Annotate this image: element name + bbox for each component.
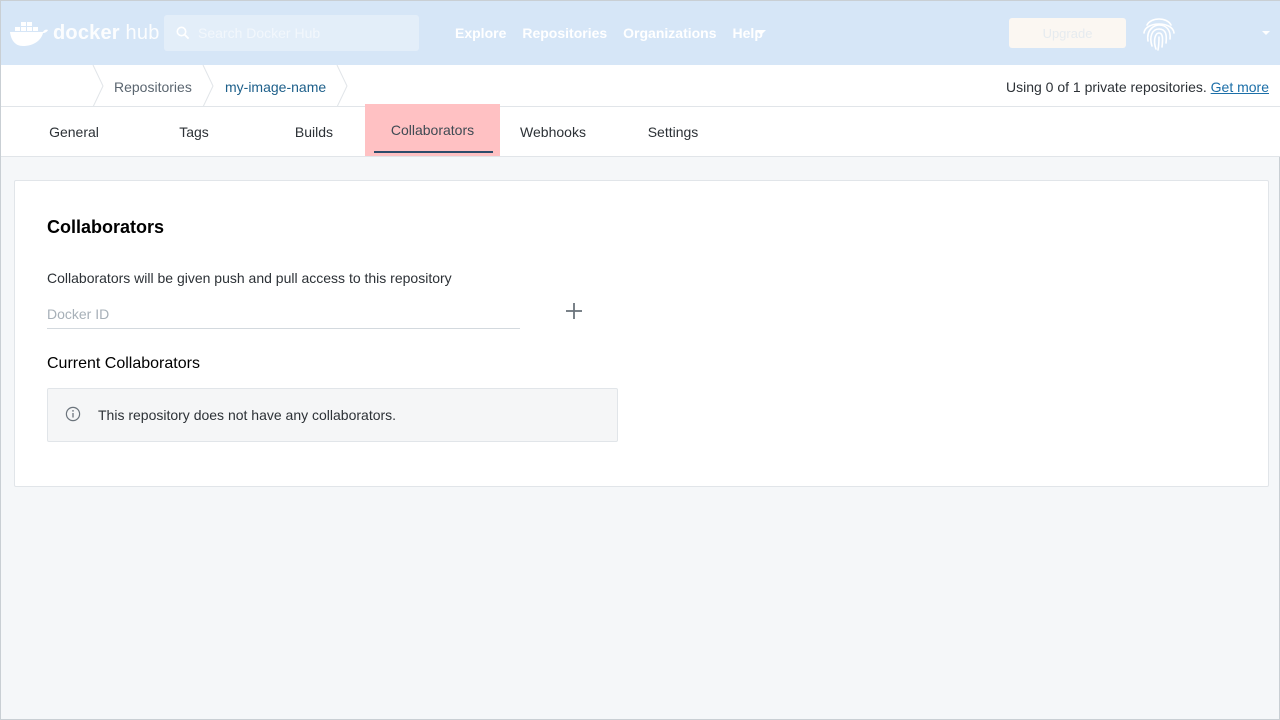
breadcrumb: Repositories my-image-name Using 0 of 1 …: [1, 65, 1280, 107]
top-nav: docker hub Explore Repositories Organiza…: [1, 1, 1280, 65]
usage-text: Using 0 of 1 private repositories.: [1005, 79, 1207, 95]
tab-tags[interactable]: Tags: [134, 107, 254, 157]
help-dropdown-icon[interactable]: [756, 30, 766, 35]
get-more-link[interactable]: Get more: [1211, 79, 1269, 95]
search-input[interactable]: [198, 15, 408, 51]
nav-organizations[interactable]: Organizations: [623, 23, 716, 43]
breadcrumb-separator-icon: [202, 65, 214, 107]
collaborators-title: Collaborators: [47, 217, 165, 237]
tab-webhooks[interactable]: Webhooks: [493, 107, 613, 157]
current-collaborators-title: Current Collaborators: [47, 355, 200, 372]
tab-settings[interactable]: Settings: [613, 107, 733, 157]
logo-text: docker hub: [53, 21, 160, 44]
breadcrumb-repo-name[interactable]: my-image-name: [225, 78, 326, 96]
tab-general[interactable]: General: [14, 107, 134, 157]
nav-explore[interactable]: Explore: [455, 23, 506, 43]
fingerprint-avatar-icon[interactable]: [1137, 11, 1181, 55]
tab-collaborators[interactable]: Collaborators: [365, 104, 500, 156]
breadcrumb-separator-icon: [336, 65, 348, 107]
repo-tabs: General Tags Builds Collaborators Webhoo…: [1, 104, 1280, 157]
add-collaborator-plus-icon[interactable]: [563, 300, 585, 322]
tab-builds[interactable]: Builds: [254, 107, 374, 157]
user-menu-dropdown-icon[interactable]: [1262, 31, 1270, 35]
empty-collaborators-message: This repository does not have any collab…: [98, 407, 397, 423]
nav-repositories[interactable]: Repositories: [522, 23, 607, 43]
breadcrumb-separator-icon: [92, 65, 104, 107]
info-icon: [65, 406, 81, 422]
collaborators-description: Collaborators will be given push and pul…: [47, 270, 452, 286]
collaborators-card: Collaborators Collaborators will be give…: [14, 180, 1269, 487]
docker-hub-logo[interactable]: docker hub: [9, 15, 160, 51]
active-tab-indicator: [374, 151, 493, 153]
breadcrumb-repositories[interactable]: Repositories: [114, 78, 192, 96]
empty-collaborators-notice: This repository does not have any collab…: [47, 388, 618, 442]
docker-whale-icon: [10, 22, 48, 46]
search-box[interactable]: [164, 15, 419, 51]
search-icon: [176, 26, 190, 40]
upgrade-button[interactable]: Upgrade: [1009, 18, 1126, 48]
main-nav: Explore Repositories Organizations Help: [455, 23, 779, 43]
private-repo-usage: Using 0 of 1 private repositories. Get m…: [1006, 78, 1269, 96]
docker-id-input[interactable]: [47, 299, 520, 329]
